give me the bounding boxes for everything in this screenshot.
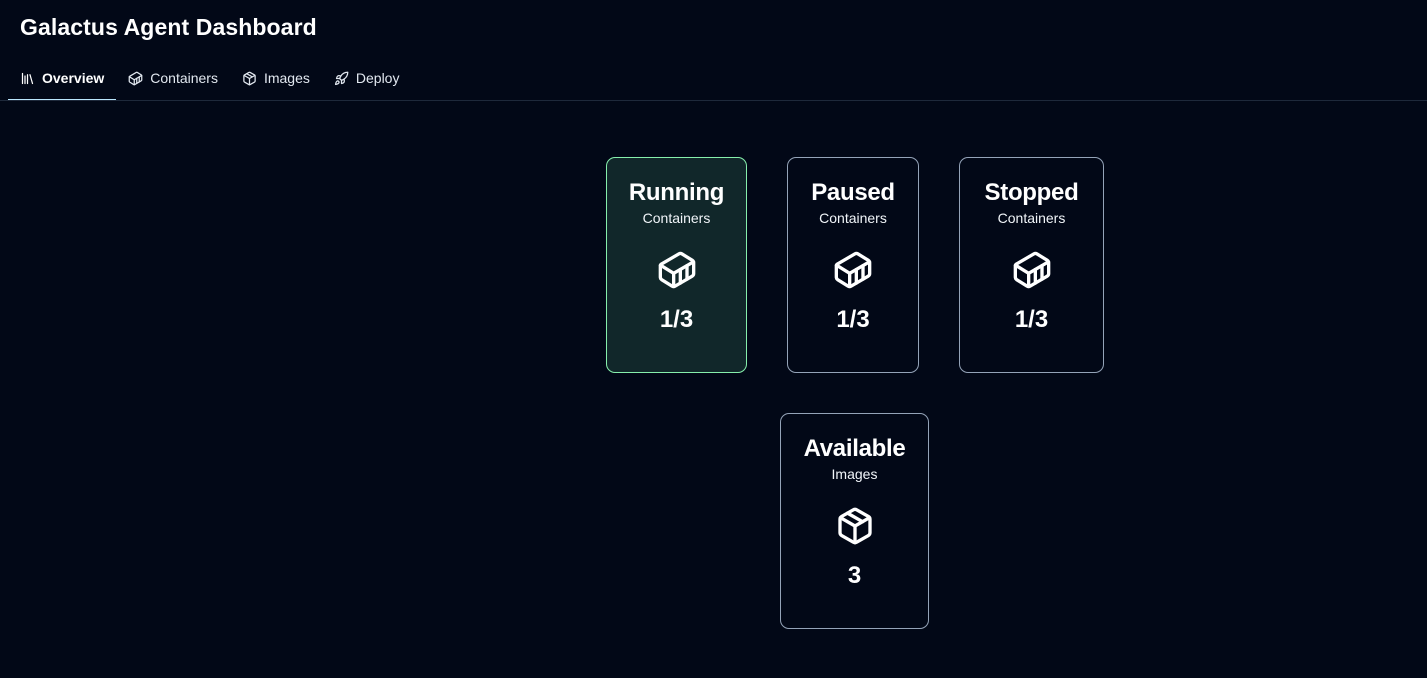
card-subtitle: Images bbox=[831, 466, 878, 482]
tab-bar: Overview Containers Images Deploy bbox=[8, 56, 412, 101]
card-title: Running bbox=[628, 179, 725, 206]
package-icon bbox=[835, 506, 875, 546]
tab-containers[interactable]: Containers bbox=[116, 56, 230, 100]
package-icon bbox=[242, 71, 257, 86]
card-subtitle: Containers bbox=[642, 210, 711, 226]
card-subtitle: Containers bbox=[997, 210, 1066, 226]
tab-label: Images bbox=[263, 70, 310, 86]
card-subtitle: Containers bbox=[819, 210, 887, 226]
container-icon bbox=[128, 71, 143, 86]
tab-label: Overview bbox=[42, 70, 105, 86]
tab-label: Deploy bbox=[355, 70, 400, 86]
tab-images[interactable]: Images bbox=[230, 56, 322, 100]
tab-overview[interactable]: Overview bbox=[8, 56, 117, 101]
card-title: Available bbox=[803, 435, 906, 462]
header-divider bbox=[0, 100, 1427, 101]
card-value: 3 bbox=[847, 562, 862, 589]
library-icon bbox=[20, 71, 35, 86]
rocket-icon bbox=[334, 71, 349, 86]
tab-label: Containers bbox=[150, 70, 218, 86]
available-images-card[interactable]: Available Images 3 bbox=[780, 413, 929, 629]
page-title: Galactus Agent Dashboard bbox=[20, 14, 317, 40]
stopped-containers-card[interactable]: Stopped Containers 1/3 bbox=[959, 157, 1104, 373]
card-value: 1/3 bbox=[836, 306, 870, 333]
paused-containers-card[interactable]: Paused Containers 1/3 bbox=[787, 157, 919, 373]
card-title: Stopped bbox=[984, 179, 1079, 206]
container-icon bbox=[657, 250, 697, 290]
container-icon bbox=[833, 250, 873, 290]
tab-deploy[interactable]: Deploy bbox=[322, 56, 412, 100]
card-value: 1/3 bbox=[1014, 306, 1049, 333]
running-containers-card[interactable]: Running Containers 1/3 bbox=[606, 157, 747, 373]
container-icon bbox=[1012, 250, 1052, 290]
card-value: 1/3 bbox=[659, 306, 694, 333]
card-title: Paused bbox=[811, 179, 895, 206]
